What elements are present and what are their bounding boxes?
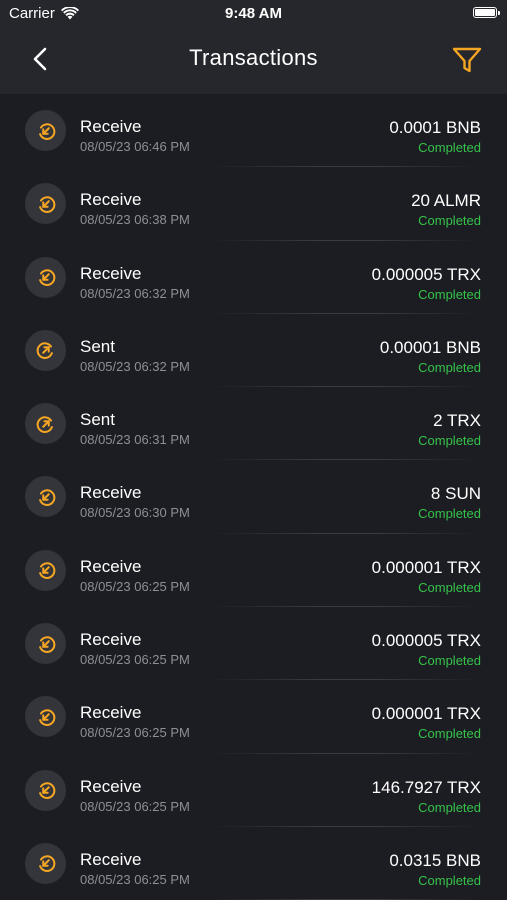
- transaction-status: Completed: [418, 213, 481, 229]
- page-title: Transactions: [189, 45, 318, 70]
- filter-icon[interactable]: [451, 44, 483, 76]
- transaction-type: Receive: [80, 703, 142, 723]
- receive-icon: [25, 842, 66, 884]
- receive-icon: [25, 256, 66, 298]
- transaction-date: 08/05/23 06:25 PM: [80, 652, 190, 668]
- transaction-date: 08/05/23 06:32 PM: [80, 358, 190, 374]
- transaction-date: 08/05/23 06:25 PM: [80, 725, 190, 741]
- transaction-type: Receive: [80, 776, 142, 796]
- transaction-amount: 0.000005 TRX: [371, 264, 481, 284]
- transaction-row[interactable]: Receive 08/05/23 06:32 PM 0.000005 TRX Comp…: [0, 241, 507, 314]
- transaction-status: Completed: [418, 872, 481, 888]
- transaction-row[interactable]: Receive 08/05/23 06:25 PM 0.000001 TRX Comp…: [0, 534, 507, 608]
- transaction-amount: 0.0001 BNB: [389, 118, 481, 137]
- receive-icon: [25, 183, 66, 225]
- transaction-status: Completed: [418, 653, 481, 669]
- transaction-date: 08/05/23 06:32 PM: [80, 285, 190, 301]
- transaction-date: 08/05/23 06:38 PM: [80, 212, 190, 228]
- transaction-status: Completed: [418, 506, 481, 522]
- transaction-type: Sent: [80, 336, 115, 356]
- transaction-amount: 2 TRX: [433, 411, 481, 431]
- transaction-row[interactable]: Receive 08/05/23 06:46 PM 0.0001 BNB Comple…: [0, 94, 507, 168]
- transaction-type: Receive: [80, 849, 142, 869]
- transaction-status: Completed: [418, 140, 481, 155]
- transaction-amount: 0.0315 BNB: [389, 850, 481, 870]
- status-time: 9:48 AM: [225, 5, 282, 22]
- sent-icon: [25, 329, 66, 371]
- transaction-row[interactable]: Receive 08/05/23 06:25 PM 0.000005 TRX Comp…: [0, 607, 507, 681]
- transaction-amount: 20 ALMR: [411, 191, 481, 211]
- transaction-status: Completed: [418, 286, 481, 302]
- transaction-type: Receive: [80, 483, 142, 503]
- transaction-status: Completed: [418, 579, 481, 595]
- transaction-row[interactable]: Receive 08/05/23 06:25 PM 0.000001 TRX Comp…: [0, 680, 507, 754]
- transaction-date: 08/05/23 06:31 PM: [80, 432, 190, 448]
- transaction-amount: 8 SUN: [430, 484, 481, 504]
- transaction-type: Receive: [80, 117, 142, 136]
- transaction-date: 08/05/23 06:25 PM: [80, 871, 190, 887]
- transaction-type: Receive: [80, 190, 142, 210]
- sent-icon: [25, 403, 66, 445]
- transaction-date: 08/05/23 06:46 PM: [80, 139, 190, 154]
- transaction-status: Completed: [418, 726, 481, 742]
- status-bar: Carrier 9:48 AM: [0, 0, 507, 28]
- transaction-amount: 0.000005 TRX: [371, 631, 481, 651]
- transaction-type: Receive: [80, 556, 142, 576]
- transaction-date: 08/05/23 06:30 PM: [80, 505, 190, 521]
- battery-icon: [473, 7, 500, 18]
- receive-icon: [25, 476, 66, 518]
- transaction-status: Completed: [418, 799, 481, 815]
- transaction-status: Completed: [418, 433, 481, 449]
- transaction-type: Receive: [80, 263, 142, 283]
- transaction-row[interactable]: Sent 08/05/23 06:31 PM 2 TRX Completed: [0, 387, 507, 461]
- transaction-amount: 0.000001 TRX: [371, 704, 481, 724]
- receive-icon: [25, 549, 66, 591]
- top-bar: Carrier 9:48 AM Transactions: [0, 0, 507, 94]
- transaction-list: Receive 08/05/23 06:46 PM 0.0001 BNB Comple…: [0, 94, 507, 900]
- transaction-amount: 0.000001 TRX: [371, 557, 481, 577]
- transaction-amount: 146.7927 TRX: [371, 777, 481, 797]
- receive-icon: [25, 110, 66, 151]
- transaction-row[interactable]: Receive 08/05/23 06:30 PM 8 SUN Completed: [0, 460, 507, 534]
- receive-icon: [25, 769, 66, 811]
- transaction-status: Completed: [418, 359, 481, 375]
- transaction-row[interactable]: Receive 08/05/23 06:25 PM 0.0315 BNB Comple…: [0, 827, 507, 900]
- transaction-type: Receive: [80, 630, 142, 650]
- transaction-row[interactable]: Receive 08/05/23 06:25 PM 146.7927 TRX Comp…: [0, 754, 507, 827]
- receive-icon: [25, 623, 66, 665]
- receive-icon: [25, 696, 66, 738]
- transaction-date: 08/05/23 06:25 PM: [80, 798, 190, 814]
- transaction-row[interactable]: Receive 08/05/23 06:38 PM 20 ALMR Completed: [0, 167, 507, 241]
- transaction-date: 08/05/23 06:25 PM: [80, 578, 190, 594]
- transaction-type: Sent: [80, 410, 115, 430]
- transaction-row[interactable]: Sent 08/05/23 06:32 PM 0.00001 BNB Complete…: [0, 314, 507, 388]
- transaction-amount: 0.00001 BNB: [379, 337, 481, 357]
